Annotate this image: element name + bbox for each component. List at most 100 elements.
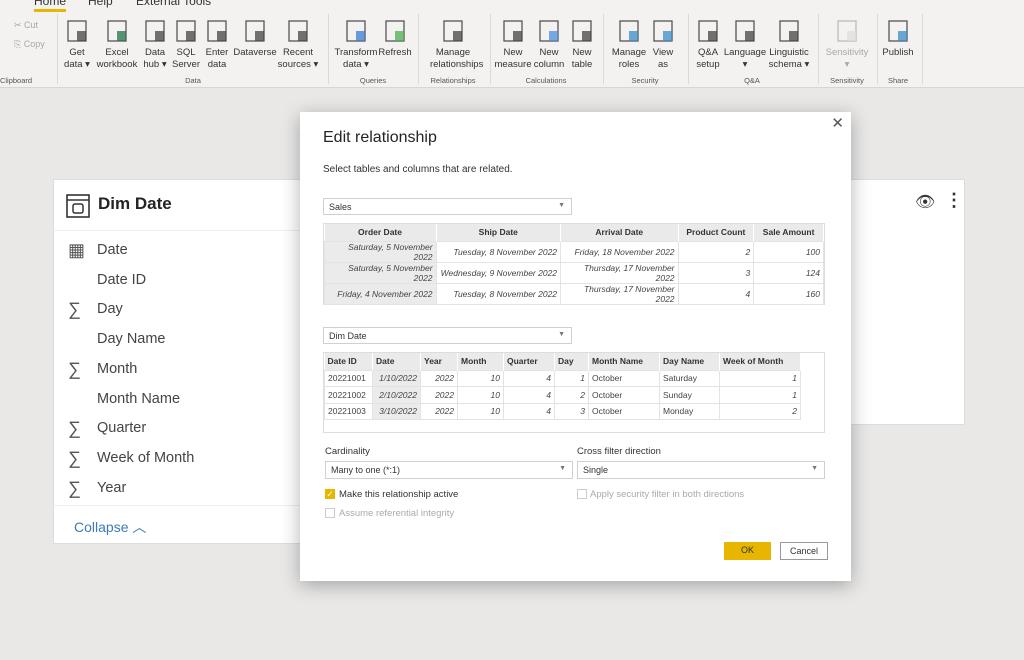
active-checkbox[interactable]: ✓: [325, 489, 335, 499]
table-button[interactable]: New table: [559, 18, 605, 71]
field-item[interactable]: Date: [97, 242, 128, 258]
field-item[interactable]: Month: [97, 361, 137, 377]
calendar-icon: ▦: [68, 240, 86, 260]
column-header[interactable]: Quarter: [503, 353, 555, 370]
column-header[interactable]: Product Count: [678, 224, 755, 241]
field-item[interactable]: Year: [97, 480, 126, 496]
table-cell: 20221001: [324, 369, 373, 387]
sensitivity-icon: [837, 20, 857, 42]
table1-preview[interactable]: Order Date Ship Date Arrival Date Product C…: [323, 223, 825, 305]
cut-button[interactable]: ✂ Cut: [14, 20, 38, 31]
column-header[interactable]: Ship Date: [436, 224, 562, 241]
tab-home[interactable]: Home: [34, 0, 67, 12]
eye-icon[interactable]: 👁: [915, 192, 935, 212]
table-cell: 3/10/2022: [372, 402, 421, 420]
column-header[interactable]: Day Name: [659, 353, 720, 370]
table2-preview[interactable]: Date ID Date Year Month Quarter Day Month Name…: [323, 352, 825, 433]
group-label: Calculations: [525, 76, 567, 85]
group-label: Relationships: [430, 76, 476, 85]
button-label: Language: [723, 47, 767, 58]
sigma-icon: ∑: [68, 418, 81, 439]
group-label: Security: [631, 76, 659, 85]
security-label: Apply security filter in both directions: [590, 489, 745, 500]
button-label: View: [652, 47, 674, 58]
table-cell: 4: [503, 402, 555, 420]
column-header[interactable]: Year: [420, 353, 458, 370]
more-options-icon[interactable]: ⋮: [945, 190, 963, 211]
table-row: 20221001 1/10/2022 2022 10 4 1 October Saturday…: [324, 369, 801, 387]
group-label: Q&A: [744, 76, 760, 85]
cancel-button[interactable]: Cancel: [780, 542, 828, 560]
field-item[interactable]: Date ID: [97, 272, 146, 288]
column-header[interactable]: Order Date: [324, 224, 437, 241]
collapse-button[interactable]: Collapse ︿: [74, 517, 146, 537]
group-separator: [877, 14, 878, 84]
button-label: sources ▾: [277, 59, 319, 70]
field-item[interactable]: Quarter: [97, 420, 146, 436]
chevron-up-icon: ︿: [132, 519, 147, 535]
column-header[interactable]: Date: [372, 353, 421, 370]
group-separator: [688, 14, 689, 84]
column-header[interactable]: Date ID: [324, 353, 373, 370]
linguistic-button[interactable]: Linguistic schema ▾: [766, 18, 812, 71]
column-header[interactable]: Day: [554, 353, 589, 370]
table2-select[interactable]: Dim Date ▼: [323, 327, 572, 344]
refresh-button[interactable]: Refresh: [372, 18, 418, 59]
publish-button[interactable]: Publish: [875, 18, 921, 59]
button-label: relationships: [430, 59, 484, 70]
table-cell: 4: [503, 386, 555, 404]
field-item[interactable]: Week of Month: [97, 450, 194, 466]
relationships-button[interactable]: Manage relationships: [430, 18, 483, 71]
column-header[interactable]: Month Name: [588, 353, 660, 370]
group-separator: [490, 14, 491, 84]
table1-name: Sales: [329, 202, 352, 212]
close-icon[interactable]: ✕: [831, 114, 844, 132]
table-cell: Wednesday, 9 November 2022: [435, 261, 562, 284]
cardinality-select[interactable]: Many to one (*:1) ▼: [325, 461, 573, 479]
table-cell: Saturday, 5 November 2022: [324, 261, 437, 284]
divider: [54, 505, 312, 506]
recent-sources-button[interactable]: Recent sources ▾: [275, 18, 321, 71]
ok-button[interactable]: OK: [724, 542, 771, 560]
database-icon: [67, 20, 87, 42]
field-item[interactable]: Day Name: [97, 331, 166, 347]
table-cell: Monday: [659, 402, 720, 420]
relationships-icon: [443, 20, 463, 42]
button-label: data: [207, 59, 227, 70]
tab-help[interactable]: Help: [88, 0, 113, 8]
dataverse-button[interactable]: Dataverse: [232, 18, 278, 59]
column-header[interactable]: Month: [457, 353, 504, 370]
table-cell: Saturday, 5 November 2022: [324, 240, 437, 263]
copy-button[interactable]: ⎘ Copy: [14, 39, 45, 50]
sales-table-card[interactable]: 👁 ⋮: [850, 179, 965, 425]
column-header[interactable]: Week of Month: [719, 353, 801, 370]
sensitivity-button[interactable]: Sensitivity ▾: [824, 18, 870, 71]
tab-external-tools[interactable]: External Tools: [136, 0, 211, 8]
crossfilter-select[interactable]: Single ▼: [577, 461, 825, 479]
button-label: Refresh: [378, 47, 412, 58]
button-label: ▾: [844, 59, 850, 70]
language-button[interactable]: Language ▾: [722, 18, 768, 71]
view-as-button[interactable]: View as: [640, 18, 686, 71]
dim-date-table-card[interactable]: Dim Date ▦ Date Date ID ∑ Day Day Name ∑ Month M…: [53, 179, 313, 544]
table1-select[interactable]: Sales ▼: [323, 198, 572, 215]
card-title: Dim Date: [98, 194, 172, 213]
security-checkbox[interactable]: [577, 489, 587, 499]
linguistic-icon: [779, 20, 799, 42]
referential-checkbox[interactable]: [325, 508, 335, 518]
column-header[interactable]: Sale Amount: [753, 224, 824, 241]
cardinality-value: Many to one (*:1): [331, 465, 401, 475]
button-label: Get: [69, 47, 85, 58]
table-cell: 4: [503, 369, 555, 387]
table-cell: 3: [554, 402, 589, 420]
collapse-label: Collapse: [74, 519, 129, 535]
table-cell: 2: [719, 402, 801, 420]
group-separator: [57, 14, 58, 84]
column-header[interactable]: Arrival Date: [560, 224, 679, 241]
cut-label: Cut: [24, 20, 39, 30]
group-separator: [418, 14, 419, 84]
refresh-icon: [385, 20, 405, 42]
chevron-down-icon: ▼: [558, 331, 565, 338]
field-item[interactable]: Month Name: [97, 391, 180, 407]
field-item[interactable]: Day: [97, 301, 123, 317]
